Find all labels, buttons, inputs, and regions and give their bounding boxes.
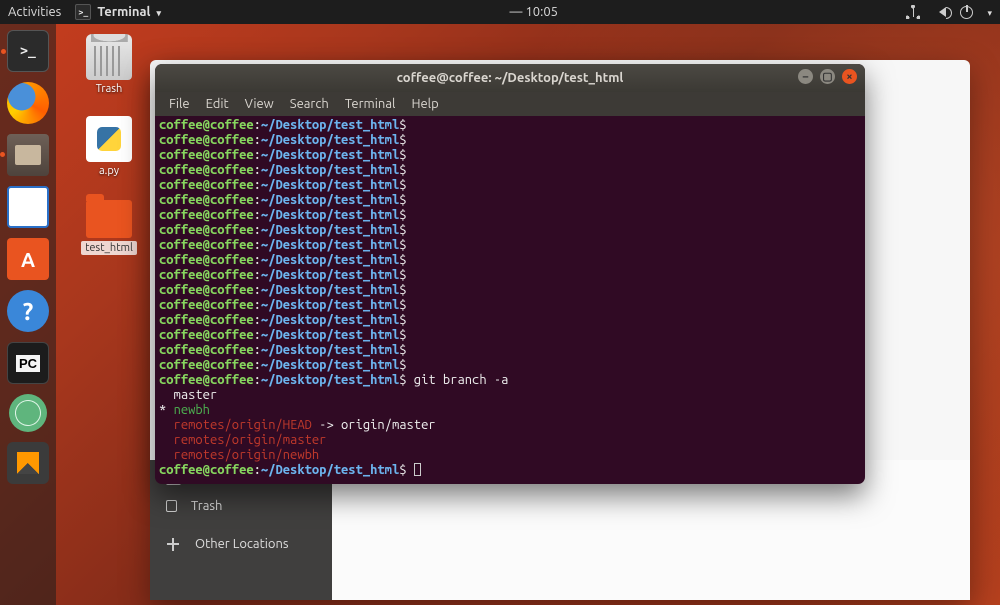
desktop-icon-label: Trash xyxy=(74,83,144,95)
menu-edit[interactable]: Edit xyxy=(200,97,235,111)
desktop-icon-label: test_html xyxy=(81,241,137,255)
power-icon[interactable] xyxy=(960,6,973,19)
chevron-down-icon[interactable]: ▾ xyxy=(987,8,992,19)
menu-help[interactable]: Help xyxy=(405,97,444,111)
dock-item-libreoffice[interactable] xyxy=(7,186,49,228)
dock-item-terminal[interactable]: >_ xyxy=(7,30,49,72)
dock: >_ PC xyxy=(0,24,56,605)
terminal-icon: >_ xyxy=(75,4,91,20)
sidebar-item-label: Trash xyxy=(191,499,222,513)
maximize-button[interactable]: ▢ xyxy=(820,69,835,84)
app-indicator-label: Terminal xyxy=(97,5,150,19)
sidebar-item-trash[interactable]: Trash xyxy=(150,492,332,520)
minimize-button[interactable]: – xyxy=(798,69,813,84)
menu-terminal[interactable]: Terminal xyxy=(339,97,402,111)
terminal-body[interactable]: coffee@coffee:~/Desktop/test_html$ coffe… xyxy=(155,116,865,484)
chevron-down-icon: ▾ xyxy=(157,8,162,19)
dock-item-pycharm[interactable]: PC xyxy=(7,342,49,384)
python-file-icon xyxy=(86,116,132,162)
plus-icon xyxy=(166,538,181,551)
close-button[interactable]: × xyxy=(842,69,857,84)
dock-item-files[interactable] xyxy=(7,134,49,176)
dock-item-firefox[interactable] xyxy=(7,82,49,124)
menu-view[interactable]: View xyxy=(239,97,280,111)
menu-search[interactable]: Search xyxy=(284,97,335,111)
desktop-icon-file[interactable]: a.py xyxy=(74,116,144,177)
menu-file[interactable]: File xyxy=(163,97,196,111)
sidebar-item-label: Other Locations xyxy=(195,537,289,551)
dock-item-atom[interactable] xyxy=(9,394,47,432)
dock-item-sublime[interactable] xyxy=(7,442,49,484)
dock-item-software[interactable] xyxy=(7,238,49,280)
dock-item-help[interactable] xyxy=(7,290,49,332)
activities-button[interactable]: Activities xyxy=(8,5,61,19)
terminal-title: coffee@coffee: ~/Desktop/test_html xyxy=(397,71,624,85)
terminal-window[interactable]: coffee@coffee: ~/Desktop/test_html – ▢ ×… xyxy=(155,64,865,484)
desktop-icon-trash[interactable]: Trash xyxy=(74,34,144,95)
terminal-titlebar[interactable]: coffee@coffee: ~/Desktop/test_html – ▢ × xyxy=(155,64,865,92)
desktop-icon-label: a.py xyxy=(74,165,144,177)
sidebar-item-other-locations[interactable]: Other Locations xyxy=(150,530,332,558)
trash-icon xyxy=(86,34,132,80)
folder-icon xyxy=(86,200,132,238)
gnome-topbar: Activities >_ Terminal ▾ — 10:05 ▾ xyxy=(0,0,1000,24)
terminal-menubar: File Edit View Search Terminal Help xyxy=(155,92,865,116)
desktop-icon-folder[interactable]: test_html xyxy=(74,194,144,255)
clock[interactable]: — 10:05 xyxy=(510,5,558,19)
app-indicator[interactable]: >_ Terminal ▾ xyxy=(75,4,161,20)
trash-icon xyxy=(166,500,177,512)
volume-icon[interactable] xyxy=(934,7,946,17)
network-icon[interactable] xyxy=(906,5,920,19)
